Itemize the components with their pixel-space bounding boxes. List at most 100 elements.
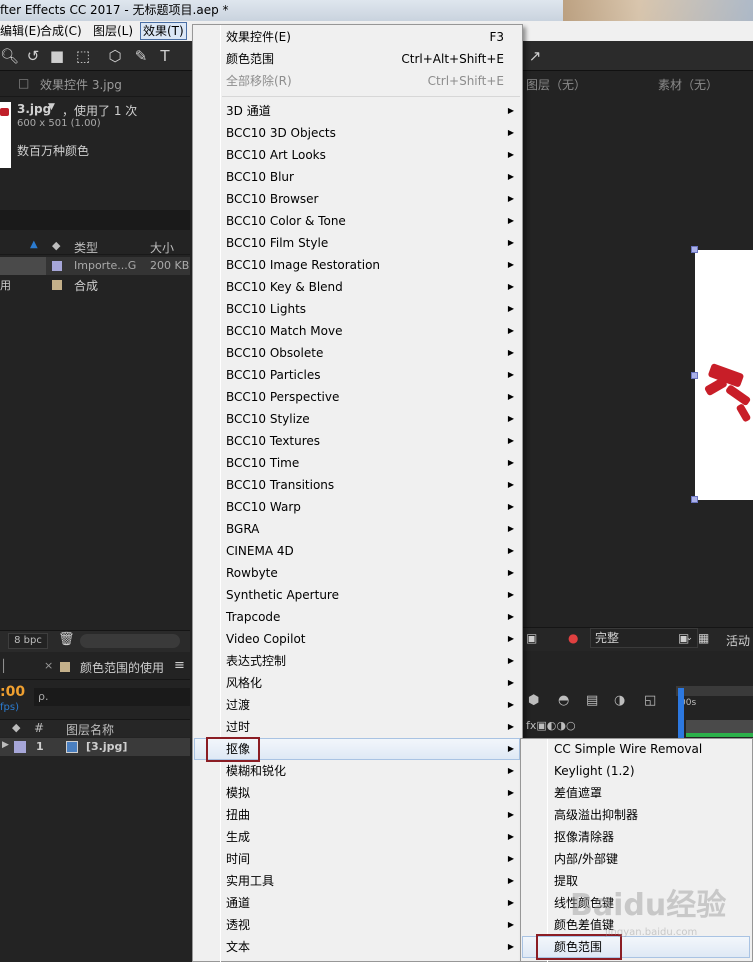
menu-item-category[interactable]: 模拟 (226, 782, 250, 804)
menu-item-category[interactable]: BGRA (226, 518, 259, 540)
menu-item-category[interactable]: BCC10 Art Looks (226, 144, 326, 166)
project-scrollbar[interactable] (80, 634, 180, 648)
current-time[interactable]: :00 (0, 684, 25, 700)
time-ruler[interactable] (676, 686, 753, 696)
layer-name[interactable]: [3.jpg] (86, 740, 127, 753)
menu-item-category[interactable]: BCC10 Browser (226, 188, 319, 210)
camera-tool-icon[interactable]: ■ (48, 47, 66, 65)
menu-item-category[interactable]: 过渡 (226, 694, 250, 716)
tab-close-icon[interactable]: □ (18, 76, 29, 90)
menu-item-category[interactable]: BCC10 Match Move (226, 320, 342, 342)
timeline-search-input[interactable]: ρ. (34, 688, 190, 706)
frame-blend-icon[interactable]: ▤ (586, 693, 598, 708)
tab-close-icon[interactable]: × (44, 659, 53, 672)
layer-preview-frame[interactable] (695, 250, 753, 500)
menu-item-category[interactable]: BCC10 Lights (226, 298, 306, 320)
menu-item-category[interactable]: BCC10 Warp (226, 496, 301, 518)
layer-row[interactable]: ▶ 1 [3.jpg] (0, 738, 190, 756)
menu-item-category[interactable]: BCC10 Transitions (226, 474, 334, 496)
menu-item-category[interactable]: 时间 (226, 848, 250, 870)
project-search-bar[interactable] (0, 210, 190, 230)
snapshot-icon[interactable]: ▣ (526, 631, 537, 645)
tab-footage-viewer[interactable]: 素材（无） (658, 76, 718, 93)
menu-item-category[interactable]: 扭曲 (226, 804, 250, 826)
menu-item-category[interactable]: BCC10 Stylize (226, 408, 310, 430)
menu-item-remove-all[interactable]: 全部移除(R) (226, 70, 292, 92)
shape-tool-icon[interactable]: ⬡ (106, 47, 124, 65)
submenu-item[interactable]: 差值遮罩 (554, 782, 602, 804)
column-layer-name[interactable]: 图层名称 (66, 721, 114, 738)
menu-item-category[interactable]: Video Copilot (226, 628, 306, 650)
current-time-indicator[interactable] (678, 688, 684, 738)
motion-blur-icon[interactable]: ◑ (614, 693, 625, 708)
label-color-swatch[interactable] (52, 261, 62, 271)
submenu-item[interactable]: CC Simple Wire Removal (554, 738, 702, 760)
bit-depth-button[interactable]: 8 bpc (8, 633, 48, 649)
menu-item-category[interactable]: 表达式控制 (226, 650, 286, 672)
shy-icon[interactable]: ◓ (558, 693, 569, 708)
tab-composition[interactable]: 颜色范围的使用 (80, 659, 164, 676)
active-camera-dropdown[interactable]: 活动 (726, 632, 750, 649)
menu-item-category[interactable]: BCC10 Blur (226, 166, 294, 188)
label-tag-icon[interactable]: ◆ (12, 721, 20, 734)
transparency-grid-icon[interactable]: ▦ (698, 631, 709, 645)
menu-item-category[interactable]: 风格化 (226, 672, 262, 694)
tab-effect-controls[interactable]: 效果控件 3.jpg (40, 76, 122, 93)
menu-item-effect-controls[interactable]: 效果控件(E) (226, 26, 291, 48)
tab-layer-viewer[interactable]: 图层（无） (526, 76, 586, 93)
menu-effect[interactable]: 效果(T) (140, 22, 187, 40)
column-size[interactable]: 大小 (150, 239, 174, 256)
menu-item-category[interactable]: 模糊和锐化 (226, 760, 286, 782)
type-tool-icon[interactable]: T (156, 47, 174, 65)
menu-item-category[interactable]: 实用工具 (226, 870, 274, 892)
submenu-item[interactable]: 抠像清除器 (554, 826, 614, 848)
menu-item-category[interactable]: 通道 (226, 892, 250, 914)
label-tag-icon[interactable]: ◆ (52, 239, 60, 252)
menu-item-category[interactable]: BCC10 Perspective (226, 386, 339, 408)
region-of-interest-icon[interactable]: ▣ (678, 631, 689, 645)
menu-item-category[interactable]: BCC10 Key & Blend (226, 276, 343, 298)
label-color-swatch[interactable] (14, 741, 26, 753)
sort-ascending-icon[interactable]: ▲ (30, 239, 38, 250)
menu-item-category[interactable]: BCC10 Particles (226, 364, 320, 386)
3d-layer-icon[interactable]: ⬢ (528, 693, 539, 708)
menu-layer[interactable]: 图层(L) (93, 23, 133, 39)
puppet-tool-icon[interactable]: ↗ (526, 47, 544, 65)
menu-item-category[interactable]: BCC10 Obsolete (226, 342, 323, 364)
menu-item-category[interactable]: BCC10 3D Objects (226, 122, 336, 144)
menu-item-category[interactable]: BCC10 Image Restoration (226, 254, 380, 276)
transform-handle[interactable] (691, 246, 698, 253)
work-area-bar[interactable] (686, 733, 753, 737)
graph-editor-icon[interactable]: ◱ (644, 693, 656, 708)
submenu-item[interactable]: 高级溢出抑制器 (554, 804, 638, 826)
menu-edit[interactable]: 编辑(E) (0, 23, 41, 39)
submenu-item[interactable]: 内部/外部键 (554, 848, 618, 870)
footage-menu-chevron-icon[interactable]: ▼ (48, 102, 55, 112)
pen-tool-icon[interactable]: ✎ (132, 47, 150, 65)
menu-composition[interactable]: 合成(C) (40, 23, 82, 39)
menu-item-category[interactable]: CINEMA 4D (226, 540, 294, 562)
expand-triangle-icon[interactable]: ▶ (2, 740, 9, 750)
transform-handle[interactable] (691, 372, 698, 379)
menu-item-category[interactable]: 文本 (226, 936, 250, 958)
menu-item-category[interactable]: BCC10 Film Style (226, 232, 328, 254)
menu-item-category[interactable]: Trapcode (226, 606, 280, 628)
trash-icon[interactable]: 🗑︎ (58, 632, 75, 647)
rotate-tool-icon[interactable]: ↺ (24, 47, 42, 65)
render-queue-icon[interactable]: │ (0, 659, 7, 673)
project-row[interactable]: 用 合成 (0, 276, 190, 294)
label-color-swatch[interactable] (52, 280, 62, 290)
switches-icons[interactable]: fx▣◐◑○ (526, 719, 576, 732)
menu-item-category[interactable]: BCC10 Color & Tone (226, 210, 346, 232)
project-row[interactable]: Importe...G 200 KB (0, 257, 190, 275)
submenu-item[interactable]: Keylight (1.2) (554, 760, 635, 782)
panel-menu-icon[interactable]: ≡ (174, 658, 185, 673)
menu-item-category[interactable]: 3D 通道 (226, 100, 271, 122)
zoom-tool-icon[interactable]: 🔍︎ (0, 47, 19, 65)
menu-item-category[interactable]: Synthetic Aperture (226, 584, 339, 606)
menu-item-category[interactable]: 过时 (226, 716, 250, 738)
menu-item-category[interactable]: 生成 (226, 826, 250, 848)
transform-handle[interactable] (691, 496, 698, 503)
menu-item-color-range[interactable]: 颜色范围 (226, 48, 274, 70)
menu-item-category[interactable]: BCC10 Textures (226, 430, 320, 452)
